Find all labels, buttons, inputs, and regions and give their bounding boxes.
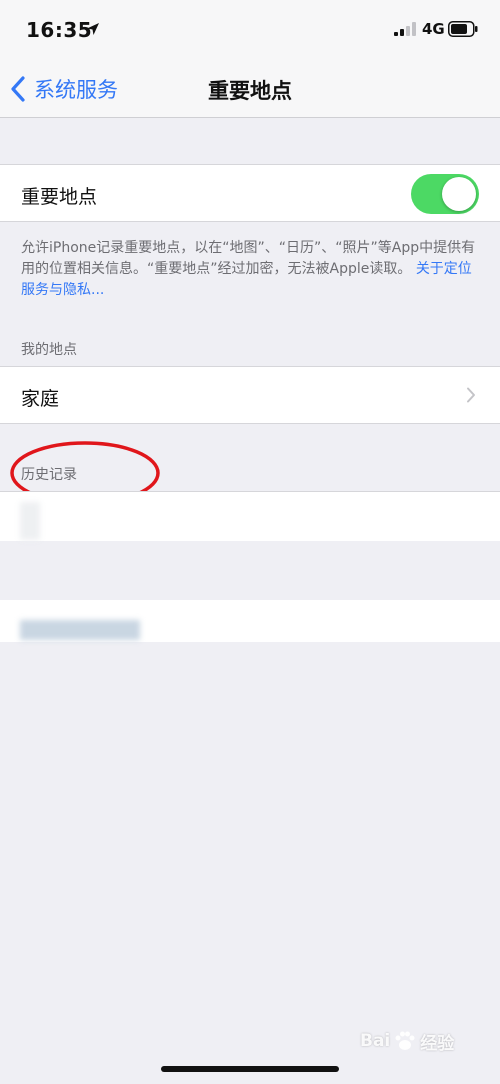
status-bar: 16:35 4G bbox=[0, 0, 500, 62]
history-item-blurred-2[interactable] bbox=[0, 600, 500, 642]
significant-locations-description: 允许iPhone记录重要地点，以在“地图”、“日历”、“照片”等App中提供有用… bbox=[21, 238, 479, 301]
location-arrow-icon bbox=[87, 23, 99, 35]
description-text: 允许iPhone记录重要地点，以在“地图”、“日历”、“照片”等App中提供有用… bbox=[21, 240, 476, 277]
baidu-watermark: Bai 经验 bbox=[360, 1028, 454, 1054]
blurred-content bbox=[20, 502, 40, 540]
significant-locations-toggle[interactable] bbox=[411, 174, 479, 214]
toggle-knob bbox=[442, 177, 476, 211]
navigation-bar: 系统服务 重要地点 bbox=[0, 62, 500, 118]
signal-bars-icon bbox=[394, 22, 416, 36]
history-item-blurred[interactable] bbox=[0, 491, 500, 541]
home-cell[interactable]: 家庭 bbox=[0, 366, 500, 424]
blurred-content bbox=[20, 620, 140, 640]
significant-locations-label: 重要地点 bbox=[21, 186, 98, 208]
my-places-header: 我的地点 bbox=[21, 342, 77, 358]
battery-icon bbox=[448, 21, 478, 37]
watermark-brand-right: 经验 bbox=[420, 1033, 455, 1054]
home-label: 家庭 bbox=[21, 388, 60, 410]
significant-locations-cell: 重要地点 bbox=[0, 164, 500, 222]
page-title: 重要地点 bbox=[208, 79, 292, 103]
history-header: 历史记录 bbox=[21, 467, 77, 483]
paw-icon bbox=[395, 1031, 415, 1050]
status-time: 16:35 bbox=[26, 18, 93, 42]
network-type: 4G bbox=[422, 20, 445, 38]
chevron-right-icon bbox=[467, 387, 475, 403]
watermark-brand-left: Bai bbox=[360, 1031, 391, 1051]
home-indicator[interactable] bbox=[161, 1066, 339, 1072]
